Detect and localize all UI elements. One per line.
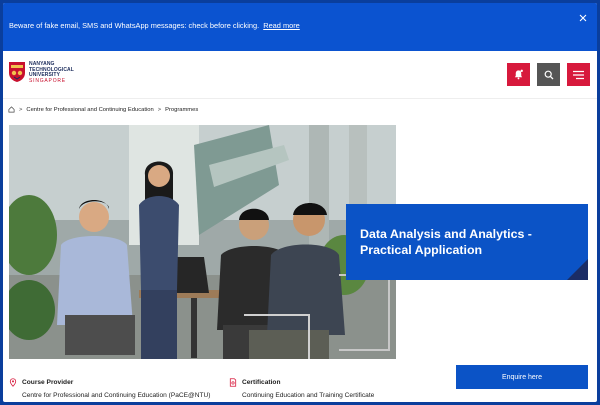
search-icon [544,70,553,79]
home-icon[interactable] [8,106,15,113]
certification-value: Continuing Education and Training Certif… [242,392,375,399]
bell-icon [514,69,523,80]
provider-value: Centre for Professional and Continuing E… [22,392,211,399]
logo-wordmark: NANYANG TECHNOLOGICAL UNIVERSITY SINGAPO… [29,61,74,84]
fraud-alert-banner: Beware of fake email, SMS and WhatsApp m… [3,3,597,51]
certificate-icon [229,378,237,387]
read-more-link[interactable]: Read more [263,21,300,30]
certification-info: Certification Continuing Education and T… [229,378,375,399]
hero-photo [9,125,396,359]
course-title-card: Data Analysis and Analytics - Practical … [346,204,588,280]
breadcrumb: > Centre for Professional and Continuing… [8,106,198,113]
certification-label: Certification [242,379,281,386]
course-provider-info: Course Provider Centre for Professional … [9,378,211,399]
close-icon[interactable] [579,14,587,25]
card-corner-accent [567,259,588,280]
breadcrumb-separator: > [19,106,23,113]
notifications-button[interactable] [507,63,530,86]
breadcrumb-separator: > [157,106,162,113]
enquire-button[interactable]: Enquire here [456,365,588,389]
provider-label: Course Provider [22,379,74,386]
breadcrumb-item-pace[interactable]: Centre for Professional and Continuing E… [26,107,153,113]
course-title: Data Analysis and Analytics - Practical … [360,227,532,257]
site-header: NANYANG TECHNOLOGICAL UNIVERSITY SINGAPO… [3,51,597,99]
ntu-logo[interactable]: NANYANG TECHNOLOGICAL UNIVERSITY SINGAPO… [8,60,78,86]
alert-text: Beware of fake email, SMS and WhatsApp m… [9,21,300,30]
menu-button[interactable] [567,63,590,86]
location-pin-icon [9,378,17,387]
alert-message: Beware of fake email, SMS and WhatsApp m… [9,21,260,30]
search-button[interactable] [537,63,560,86]
breadcrumb-item-programmes[interactable]: Programmes [165,107,198,113]
ntu-crest-icon [9,62,25,82]
browser-page: Beware of fake email, SMS and WhatsApp m… [3,3,597,402]
hamburger-menu-icon [573,70,584,79]
